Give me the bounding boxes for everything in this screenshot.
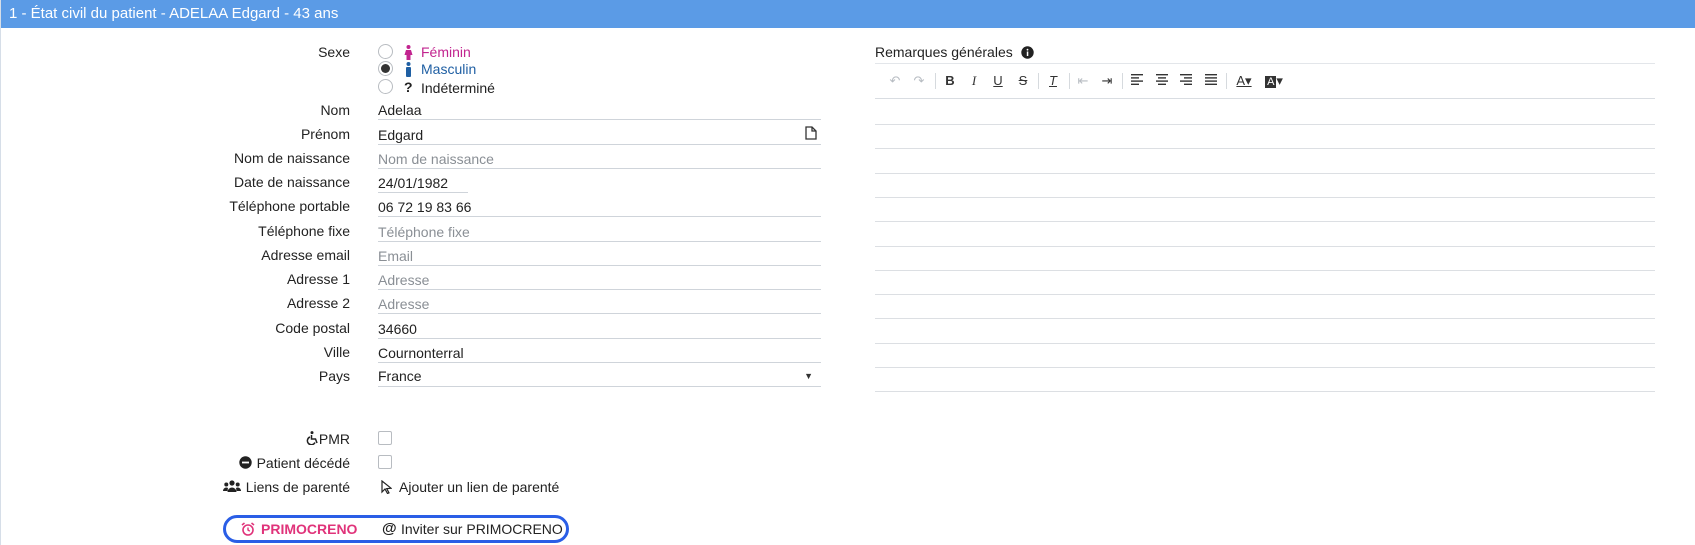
- adresse1-label: Adresse 1: [286, 271, 350, 287]
- tel-fixe-label: Téléphone fixe: [258, 223, 350, 239]
- editor-line: [875, 124, 1655, 125]
- editor-line: [875, 367, 1655, 368]
- alarm-clock-icon: [241, 522, 255, 539]
- code-postal-field[interactable]: [378, 319, 821, 339]
- users-icon: [222, 480, 242, 496]
- editor-line: [875, 245, 1655, 247]
- decede-label: Patient décédé: [256, 455, 350, 471]
- radio-masculin[interactable]: [378, 61, 393, 76]
- nom-field[interactable]: [378, 100, 821, 120]
- italic-icon[interactable]: I: [966, 73, 982, 89]
- date-naissance-label: Date de naissance: [234, 174, 350, 190]
- radio-feminin-label: Féminin: [421, 44, 471, 60]
- editor-line: [875, 269, 1655, 271]
- bold-icon[interactable]: B: [942, 73, 958, 89]
- female-icon: [404, 45, 413, 63]
- primocreno-brand: PRIMOCRENO: [261, 521, 358, 537]
- question-icon: ?: [404, 79, 413, 95]
- patient-civil-status-panel: 1 - État civil du patient - ADELAA Edgar…: [0, 0, 1695, 545]
- pmr-checkbox[interactable]: [378, 431, 392, 445]
- redo-icon[interactable]: ↷: [911, 73, 927, 89]
- nom-naissance-label: Nom de naissance: [234, 150, 350, 166]
- toolbar-separator: [1226, 73, 1227, 89]
- decede-checkbox[interactable]: [378, 455, 392, 469]
- editor-line: [875, 294, 1655, 296]
- strikethrough-icon[interactable]: S: [1015, 73, 1031, 89]
- prenom-label: Prénom: [300, 126, 350, 142]
- pointer-icon: [381, 479, 393, 497]
- code-postal-label: Code postal: [275, 320, 350, 336]
- panel-title: 1 - État civil du patient - ADELAA Edgar…: [9, 5, 339, 22]
- ville-field[interactable]: [378, 343, 821, 363]
- invite-primocreno-link[interactable]: Inviter sur PRIMOCRENO: [401, 521, 563, 537]
- outdent-icon[interactable]: ⇤: [1075, 73, 1091, 89]
- parente-label: Liens de parenté: [245, 479, 350, 495]
- indent-icon[interactable]: ⇥: [1099, 73, 1115, 89]
- editor-line: [875, 318, 1655, 320]
- editor-line: [875, 196, 1655, 198]
- text-color-icon[interactable]: A▾: [1233, 73, 1255, 89]
- pays-select[interactable]: France ▼: [378, 367, 821, 387]
- editor-toolbar: ↶ ↷ B I U S T ⇤ ⇥ A▾ A ▾: [875, 63, 1655, 99]
- adresse1-field[interactable]: [378, 270, 821, 290]
- caret-down-icon: ▼: [804, 371, 813, 381]
- nom-naissance-field[interactable]: [378, 149, 821, 169]
- radio-indetermine[interactable]: [378, 79, 393, 94]
- toolbar-separator: [1038, 73, 1039, 89]
- add-parente-link[interactable]: Ajouter un lien de parenté: [399, 479, 559, 495]
- tel-portable-field[interactable]: [378, 197, 821, 217]
- align-center-icon[interactable]: [1154, 73, 1170, 89]
- pays-label: Pays: [318, 368, 350, 384]
- tel-portable-label: Téléphone portable: [229, 198, 350, 214]
- ville-label: Ville: [323, 344, 350, 360]
- editor-line: [875, 172, 1655, 174]
- document-icon[interactable]: [805, 126, 817, 143]
- info-icon[interactable]: [1020, 46, 1034, 62]
- pays-value: France: [378, 368, 422, 384]
- date-naissance-field[interactable]: [378, 173, 468, 193]
- align-left-icon[interactable]: [1129, 73, 1145, 89]
- justify-icon[interactable]: [1203, 73, 1219, 89]
- email-label: Adresse email: [261, 247, 350, 263]
- radio-masculin-label: Masculin: [421, 61, 477, 77]
- background-color-icon[interactable]: A ▾: [1263, 73, 1285, 89]
- radio-feminin[interactable]: [378, 44, 393, 59]
- align-right-icon[interactable]: [1178, 73, 1194, 89]
- toolbar-separator: [1069, 73, 1070, 89]
- undo-icon[interactable]: ↶: [887, 73, 903, 89]
- nom-label: Nom: [320, 102, 350, 118]
- editor-line: [875, 221, 1655, 223]
- toolbar-separator: [1122, 73, 1123, 89]
- editor-line: [875, 391, 1655, 393]
- adresse2-label: Adresse 2: [286, 295, 350, 311]
- minus-circle-icon: [239, 456, 252, 472]
- panel-header: 1 - État civil du patient - ADELAA Edgar…: [1, 0, 1695, 28]
- underline-icon[interactable]: U: [990, 73, 1006, 89]
- pmr-label: PMR: [318, 431, 350, 447]
- editor-line: [875, 342, 1655, 344]
- toolbar-separator: [935, 73, 936, 89]
- adresse2-field[interactable]: [378, 294, 821, 314]
- at-icon: @: [382, 520, 397, 537]
- prenom-field[interactable]: [378, 125, 821, 145]
- remarques-title: Remarques générales: [875, 44, 1034, 62]
- email-field[interactable]: [378, 246, 821, 266]
- sexe-label: Sexe: [318, 44, 350, 60]
- male-icon: [404, 62, 413, 80]
- editor-line: [875, 148, 1655, 150]
- clear-format-icon[interactable]: T: [1045, 73, 1061, 89]
- tel-fixe-field[interactable]: [378, 222, 821, 242]
- wheelchair-icon: [306, 431, 319, 448]
- radio-indetermine-label: Indéterminé: [421, 80, 495, 96]
- remarques-title-text: Remarques générales: [875, 44, 1013, 60]
